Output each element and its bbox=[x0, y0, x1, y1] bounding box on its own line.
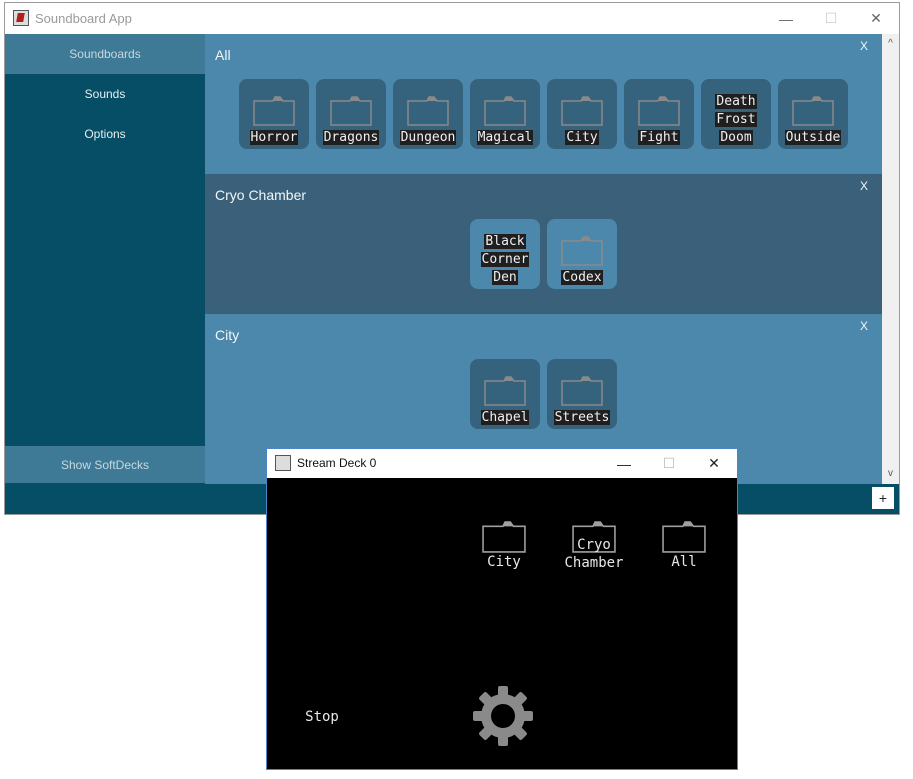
app-icon bbox=[13, 10, 29, 26]
sound-tile[interactable]: City bbox=[547, 79, 617, 149]
deck-titlebar[interactable]: Stream Deck 0 — ☐ ✕ bbox=[267, 449, 737, 478]
minimize-button[interactable]: — bbox=[763, 3, 809, 34]
tile-label: Magical bbox=[476, 130, 534, 145]
tile-label: Black Corner Den bbox=[480, 234, 530, 285]
gear-icon[interactable] bbox=[472, 685, 534, 747]
tile-label: City bbox=[565, 130, 599, 145]
deck-key-label: City bbox=[487, 554, 521, 570]
folder-icon bbox=[484, 96, 526, 126]
sound-tile[interactable]: Death Frost Doom bbox=[701, 79, 771, 149]
deck-key-label: Cryo Chamber bbox=[564, 537, 624, 571]
sound-tile[interactable]: Chapel bbox=[470, 359, 540, 429]
soundboard-all: All X Horror Dragons Dungeon Magical City Fig… bbox=[205, 34, 882, 174]
sound-tile[interactable]: Dragons bbox=[316, 79, 386, 149]
tile-label: Chapel bbox=[480, 410, 530, 425]
sound-tile[interactable]: Magical bbox=[470, 79, 540, 149]
app-icon bbox=[275, 455, 291, 471]
stream-deck-window: Stream Deck 0 — ☐ ✕ City Cryo Chamber All S… bbox=[266, 448, 738, 770]
board-close-button[interactable]: X bbox=[860, 39, 868, 53]
add-soundboard-button[interactable]: + bbox=[872, 487, 894, 509]
folder-icon bbox=[561, 236, 603, 266]
tile-label: Codex bbox=[561, 270, 603, 285]
folder-icon bbox=[484, 376, 526, 406]
scroll-up-icon[interactable]: ^ bbox=[882, 38, 899, 49]
board-title: City bbox=[215, 327, 240, 343]
deck-key[interactable]: Cryo Chamber bbox=[549, 521, 639, 572]
soundboards-panel: All X Horror Dragons Dungeon Magical City Fig… bbox=[205, 34, 882, 484]
deck-key-stop[interactable]: Stop bbox=[277, 709, 367, 725]
board-close-button[interactable]: X bbox=[860, 319, 868, 333]
folder-icon bbox=[561, 96, 603, 126]
board-title: Cryo Chamber bbox=[215, 187, 307, 203]
main-window: Soundboard App — ☐ ✕ Soundboards Sounds … bbox=[4, 2, 900, 515]
sound-tile[interactable]: Dungeon bbox=[393, 79, 463, 149]
board-close-button[interactable]: X bbox=[860, 179, 868, 193]
sidebar-item-soundboards[interactable]: Soundboards bbox=[5, 34, 205, 74]
folder-icon bbox=[662, 521, 706, 553]
folder-icon bbox=[561, 376, 603, 406]
sound-tile[interactable]: Black Corner Den bbox=[470, 219, 540, 289]
tile-label: Outside bbox=[784, 130, 842, 145]
folder-icon bbox=[407, 96, 449, 126]
tile-label: Dungeon bbox=[399, 130, 457, 145]
sidebar-item-options[interactable]: Options bbox=[5, 114, 205, 154]
soundboard-city: City X Chapel Streets bbox=[205, 314, 882, 454]
close-button[interactable]: ✕ bbox=[853, 3, 899, 34]
tile-label: Dragons bbox=[322, 130, 380, 145]
scroll-down-icon[interactable]: v bbox=[882, 468, 899, 479]
deck-key-label: All bbox=[671, 554, 697, 570]
tile-label: Death Frost Doom bbox=[715, 94, 757, 145]
vertical-scrollbar[interactable]: ^ v bbox=[882, 34, 899, 484]
soundboard-cryo-chamber: Cryo Chamber X Black Corner Den Codex bbox=[205, 174, 882, 314]
sound-tile[interactable]: Streets bbox=[547, 359, 617, 429]
folder-icon bbox=[482, 521, 526, 553]
deck-close-button[interactable]: ✕ bbox=[691, 449, 737, 478]
tile-label: Horror bbox=[249, 130, 299, 145]
deck-key[interactable]: City bbox=[459, 521, 549, 571]
maximize-button[interactable]: ☐ bbox=[808, 3, 854, 34]
sidebar: Soundboards Sounds Options Show SoftDeck… bbox=[5, 34, 205, 514]
main-titlebar[interactable]: Soundboard App — ☐ ✕ bbox=[5, 3, 899, 34]
sound-tile[interactable]: Fight bbox=[624, 79, 694, 149]
sound-tile[interactable]: Codex bbox=[547, 219, 617, 289]
deck-window-title: Stream Deck 0 bbox=[297, 456, 377, 470]
window-title: Soundboard App bbox=[35, 11, 132, 26]
folder-icon bbox=[330, 96, 372, 126]
tile-label: Fight bbox=[638, 130, 680, 145]
board-title: All bbox=[215, 47, 231, 63]
deck-minimize-button[interactable]: — bbox=[601, 449, 647, 478]
folder-icon bbox=[792, 96, 834, 126]
folder-icon bbox=[638, 96, 680, 126]
tile-label: Streets bbox=[553, 410, 611, 425]
deck-key[interactable]: All bbox=[639, 521, 729, 571]
deck-maximize-button[interactable]: ☐ bbox=[646, 449, 692, 478]
sidebar-item-sounds[interactable]: Sounds bbox=[5, 74, 205, 114]
show-softdecks-button[interactable]: Show SoftDecks bbox=[5, 446, 205, 483]
sound-tile[interactable]: Horror bbox=[239, 79, 309, 149]
folder-icon bbox=[253, 96, 295, 126]
sound-tile[interactable]: Outside bbox=[778, 79, 848, 149]
